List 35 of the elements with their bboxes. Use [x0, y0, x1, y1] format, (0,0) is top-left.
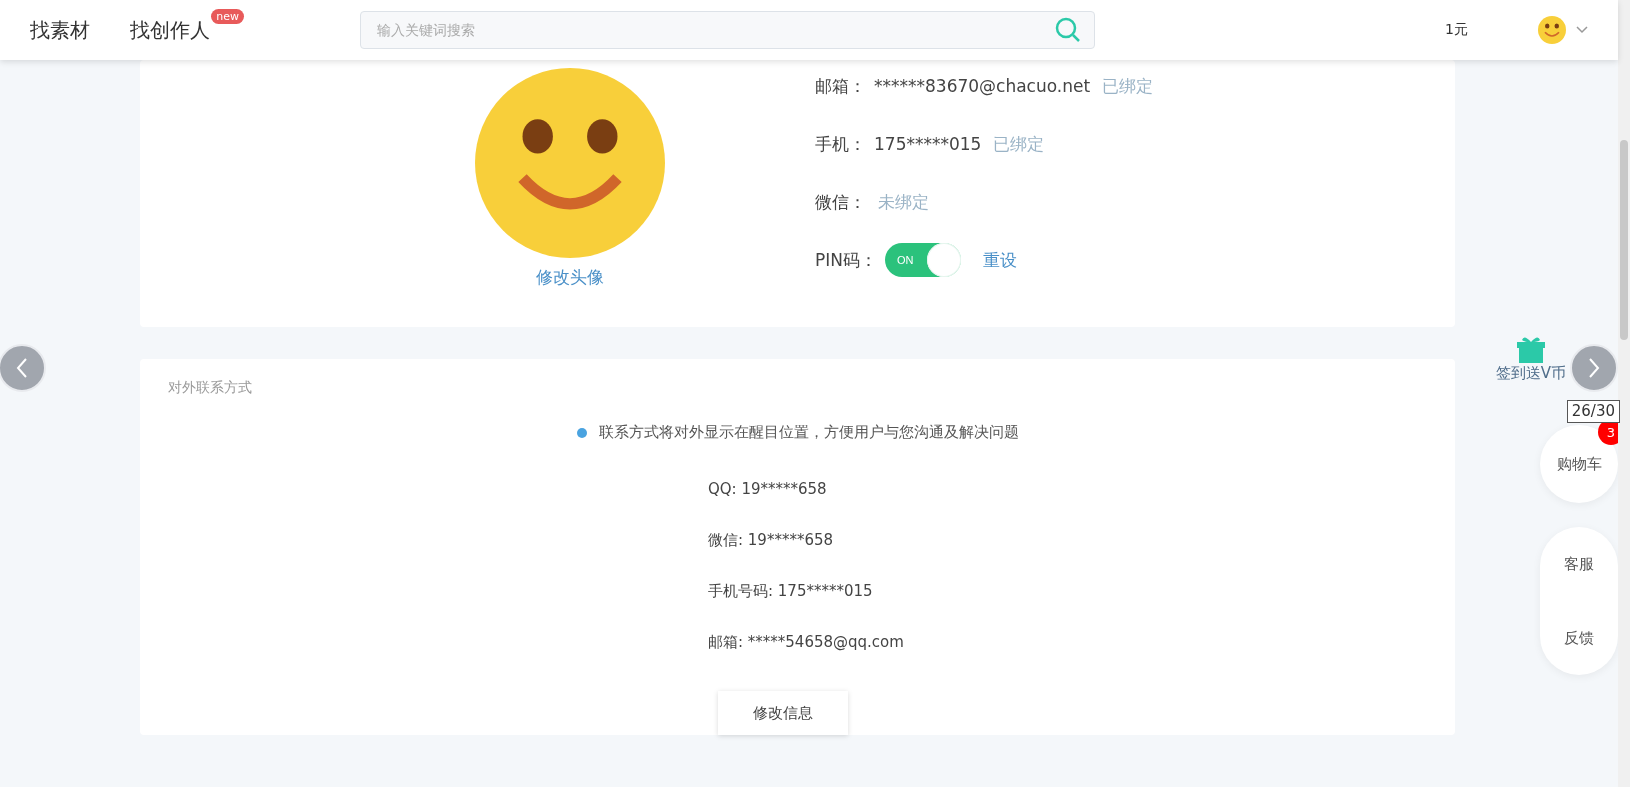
avatar-icon	[475, 68, 665, 258]
contact-item: 邮箱: *****54658@qq.com	[708, 633, 905, 653]
search-icon[interactable]	[1055, 17, 1081, 43]
notice-text: 联系方式将对外显示在醒目位置，方便用户与您沟通及解决问题	[598, 423, 1019, 442]
next-button[interactable]	[1570, 344, 1618, 392]
contact-item: QQ: 19*****658	[708, 480, 828, 500]
edit-info-button[interactable]: 修改信息	[717, 691, 848, 735]
contact-item: 手机号码: 175*****015	[708, 582, 874, 602]
bullet-icon	[576, 427, 587, 438]
field-label: PIN码：	[815, 248, 877, 272]
field-value: ******83670@chacuo.net	[874, 76, 1091, 96]
field-label: 邮箱：	[815, 74, 866, 98]
cart-button[interactable]: 购物车 3	[1540, 425, 1618, 503]
section-title: 对外联系方式	[168, 379, 253, 397]
search-field[interactable]: 输入关键词搜索	[360, 11, 1095, 49]
chevron-right-icon	[1587, 357, 1601, 379]
balance-text: 1元	[1445, 21, 1468, 39]
previous-button[interactable]	[0, 344, 46, 392]
contact-item: 微信: 19*****658	[708, 531, 835, 551]
new-badge: new	[211, 8, 244, 24]
reset-link[interactable]: 重设	[983, 248, 1017, 272]
service-link[interactable]: 客服	[1564, 554, 1594, 574]
field-value: 175*****015	[874, 134, 982, 154]
checkin-link[interactable]: 签到送V币	[1495, 336, 1566, 383]
change-avatar-link[interactable]: 修改头像	[536, 266, 604, 289]
gift-icon	[1515, 336, 1546, 364]
feedback-link[interactable]: 反馈	[1564, 628, 1594, 648]
scrollbar-thumb[interactable]	[1620, 140, 1628, 340]
page-counter: 26/30	[1566, 400, 1620, 423]
field-label: 微信：	[815, 190, 866, 214]
nav-link[interactable]: 找素材	[30, 16, 90, 44]
field-label: 手机：	[815, 132, 866, 156]
avatar-icon	[1538, 16, 1566, 44]
chevron-down-icon[interactable]	[1576, 26, 1588, 34]
chevron-left-icon	[15, 357, 29, 379]
